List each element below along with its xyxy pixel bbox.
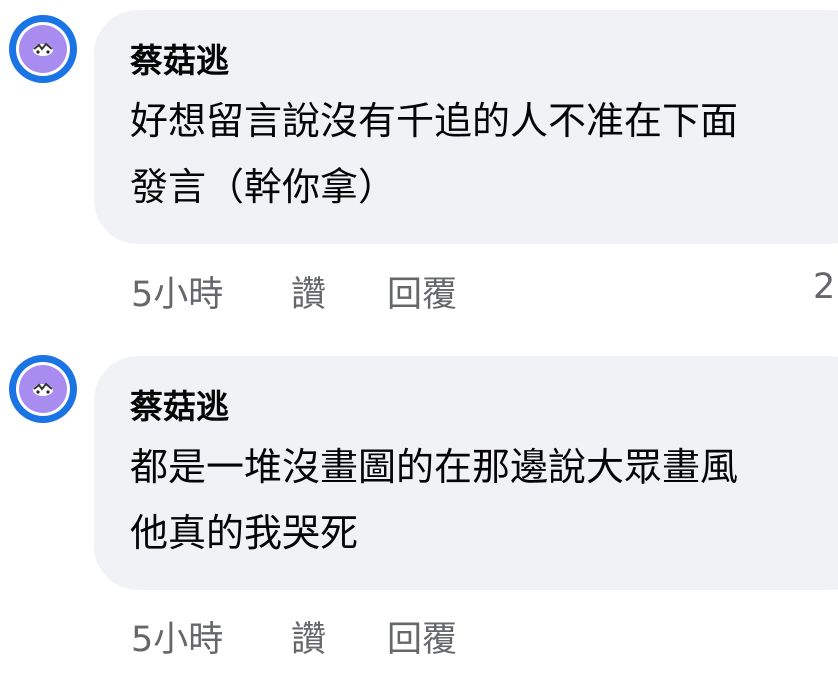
like-button[interactable]: 讚 [291, 618, 387, 662]
comment-author[interactable]: 蔡菇逃 [130, 384, 838, 430]
comment-time[interactable]: 5小時 [131, 273, 291, 317]
reaction-count[interactable]: 2 [813, 265, 835, 309]
comments-thread: 蔡菇逃 好想留言說沒有千追的人不准在下面 發言（幹你拿） 5小時讚回覆 2 蔡菇… [0, 0, 838, 691]
avatar-icon [19, 25, 67, 73]
comment-text-line: 發言（幹你拿） [130, 165, 397, 209]
comment-bubble: 蔡菇逃 好想留言說沒有千追的人不准在下面 發言（幹你拿） [94, 10, 838, 244]
like-button[interactable]: 讚 [291, 273, 387, 317]
comment-bubble: 蔡菇逃 都是一堆沒畫圖的在那邊說大眾畫風 他真的我哭死 [94, 356, 838, 590]
comment-text-line: 好想留言說沒有千追的人不准在下面 [130, 99, 739, 143]
comment-author[interactable]: 蔡菇逃 [130, 38, 838, 84]
reply-button[interactable]: 回覆 [387, 618, 457, 662]
comment-text-line: 都是一堆沒畫圖的在那邊說大眾畫風 [130, 445, 739, 489]
comment-actions: 5小時讚回覆 [131, 618, 457, 662]
avatar-icon [19, 365, 67, 413]
reply-button[interactable]: 回覆 [387, 273, 457, 317]
comment-time[interactable]: 5小時 [131, 618, 291, 662]
comment-text-line: 他真的我哭死 [130, 511, 359, 555]
comment-actions: 5小時讚回覆 [131, 273, 457, 317]
avatar[interactable] [9, 355, 77, 423]
avatar[interactable] [9, 15, 77, 83]
